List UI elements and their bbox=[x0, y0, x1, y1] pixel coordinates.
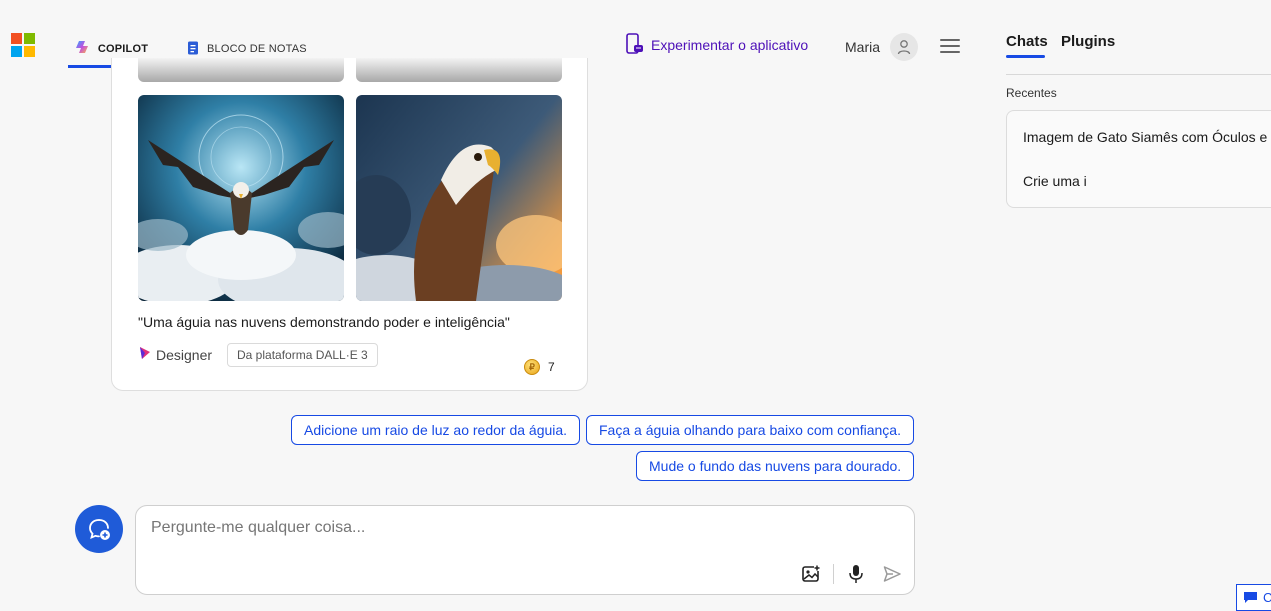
tab-chats[interactable]: Chats bbox=[1006, 33, 1048, 58]
microphone-icon[interactable] bbox=[844, 562, 868, 586]
mobile-app-icon bbox=[625, 32, 645, 59]
new-topic-icon bbox=[89, 519, 110, 540]
recent-heading: Recentes bbox=[1006, 86, 1057, 100]
suggestion-chip[interactable]: Adicione um raio de luz ao redor da águi… bbox=[291, 415, 581, 445]
copilot-icon bbox=[75, 39, 91, 58]
suggestion-chip[interactable]: Mude o fundo das nuvens para dourado. bbox=[636, 451, 915, 481]
tab-copilot-label: COPILOT bbox=[97, 42, 149, 55]
recent-chat-item[interactable]: Crie uma i bbox=[1023, 173, 1087, 189]
feedback-button[interactable]: C bbox=[1236, 584, 1271, 611]
microsoft-logo-icon[interactable] bbox=[11, 33, 35, 57]
chat-input-box bbox=[135, 505, 915, 595]
feedback-label: C bbox=[1263, 590, 1271, 605]
try-app-label: Experimentar o aplicativo bbox=[651, 37, 809, 53]
recent-chat-item[interactable]: Imagem de Gato Siamês com Óculos e bbox=[1023, 129, 1267, 145]
avatar bbox=[890, 33, 919, 61]
generated-image-eagle-portrait[interactable] bbox=[356, 95, 562, 301]
generated-image-eagle-flying[interactable] bbox=[138, 95, 344, 301]
tab-plugins[interactable]: Plugins bbox=[1061, 33, 1115, 50]
boost-counter: ₽ 7 bbox=[524, 359, 555, 375]
platform-badge: Da plataforma DALL·E 3 bbox=[227, 343, 378, 367]
user-name: Maria bbox=[845, 39, 881, 55]
feedback-icon bbox=[1244, 592, 1257, 603]
new-topic-button[interactable] bbox=[75, 505, 123, 553]
menu-icon[interactable] bbox=[938, 36, 962, 56]
designer-logo-icon bbox=[138, 346, 152, 363]
chat-input[interactable] bbox=[151, 519, 891, 549]
boost-coin-icon: ₽ bbox=[524, 359, 540, 375]
previous-image-thumbnail[interactable] bbox=[356, 58, 562, 82]
recent-chats-list: Imagem de Gato Siamês com Óculos e Crie … bbox=[1006, 110, 1271, 208]
send-icon[interactable] bbox=[880, 562, 904, 586]
tab-notebook-label: BLOCO DE NOTAS bbox=[207, 43, 307, 55]
designer-link[interactable]: Designer bbox=[138, 346, 212, 363]
try-app-link[interactable]: Experimentar o aplicativo bbox=[625, 32, 809, 59]
add-image-icon[interactable] bbox=[799, 562, 823, 586]
user-account-button[interactable]: Maria bbox=[845, 30, 919, 64]
person-icon bbox=[897, 40, 911, 55]
previous-image-thumbnail[interactable] bbox=[138, 58, 344, 82]
panel-divider bbox=[1006, 74, 1271, 75]
image-caption: "Uma águia nas nuvens demonstrando poder… bbox=[138, 314, 510, 330]
designer-label: Designer bbox=[156, 346, 213, 363]
input-separator bbox=[833, 564, 834, 584]
suggestion-chip[interactable]: Faça a águia olhando para baixo com conf… bbox=[586, 415, 914, 445]
notebook-icon bbox=[186, 40, 200, 59]
boost-count: 7 bbox=[548, 360, 555, 374]
